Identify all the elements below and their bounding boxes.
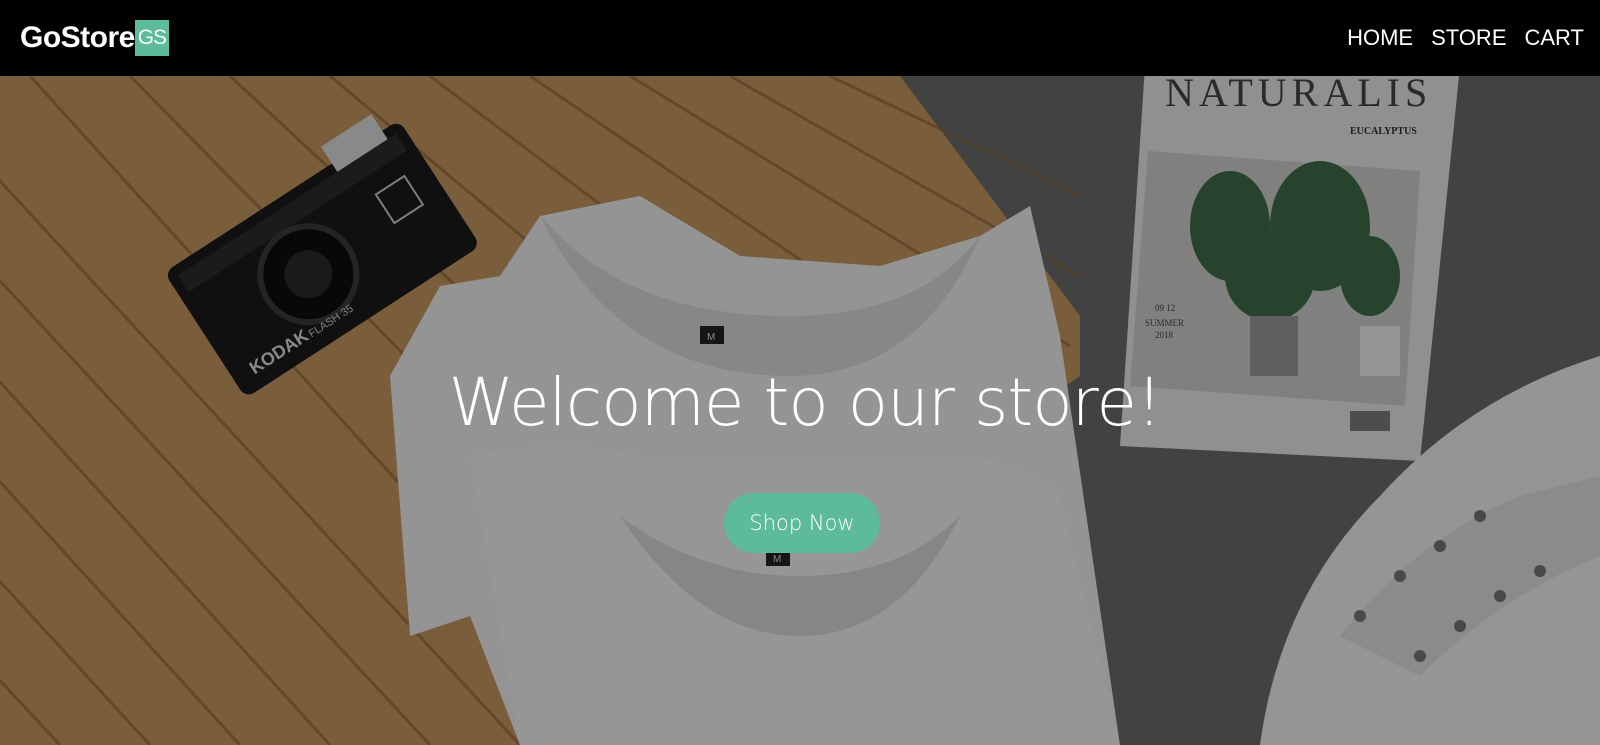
brand-name: GoStore <box>20 21 135 54</box>
navbar: GoStore GS HOME STORE CART <box>0 0 1600 76</box>
brand-logo[interactable]: GoStore GS <box>20 20 169 56</box>
shop-now-button[interactable]: Shop Now <box>724 493 880 553</box>
hero-title: Welcome to our store! <box>448 364 1163 441</box>
nav-link-store[interactable]: STORE <box>1431 25 1506 51</box>
hero-content: Welcome to our store! Shop Now <box>0 76 1600 745</box>
nav-link-home[interactable]: HOME <box>1347 25 1413 51</box>
nav-links: HOME STORE CART <box>1347 25 1584 51</box>
nav-link-cart[interactable]: CART <box>1525 25 1585 51</box>
brand-badge: GS <box>134 20 169 56</box>
hero-section: KODAK FLASH 35 NATURALIS EUCALYPTUS 09 1… <box>0 76 1600 745</box>
